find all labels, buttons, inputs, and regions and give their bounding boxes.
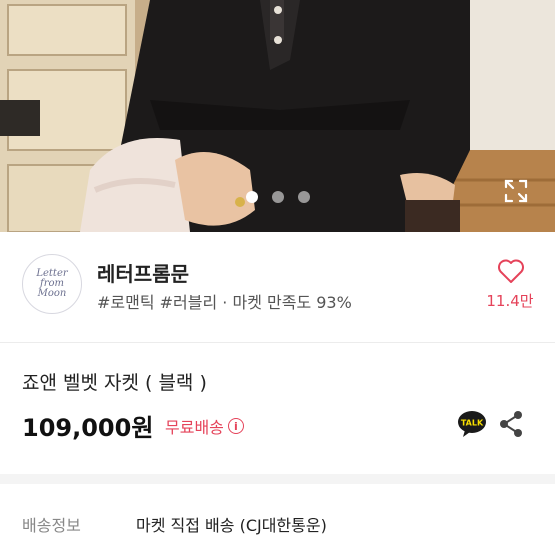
kakao-talk-icon[interactable]: TALK <box>457 410 487 438</box>
free-shipping-label: 무료배송 <box>165 418 224 437</box>
heart-icon[interactable] <box>497 258 525 284</box>
shop-logo[interactable]: Letter from Moon <box>22 254 82 314</box>
divider <box>0 342 555 343</box>
product-price: 109,000원 <box>22 414 154 442</box>
product-image-carousel[interactable] <box>0 0 555 232</box>
carousel-dot-active[interactable] <box>245 191 258 203</box>
logo-text-line: Moon <box>37 288 67 299</box>
share-icon[interactable] <box>499 410 523 438</box>
shop-name[interactable]: 레터프롬문 <box>97 258 189 287</box>
talk-label: TALK <box>461 419 484 428</box>
section-divider <box>0 474 555 484</box>
shop-info-row[interactable]: Letter from Moon 레터프롬문 #로맨틱 #러블리 · 마켓 만족… <box>0 232 555 342</box>
shipping-info-label: 배송정보 <box>22 516 81 535</box>
free-shipping-badge[interactable]: 무료배송 i <box>165 414 244 438</box>
carousel-dot[interactable] <box>297 191 310 203</box>
carousel-indicator <box>0 191 555 203</box>
shipping-info-value: 마켓 직접 배송 (CJ대한통운) <box>136 516 327 535</box>
product-title: 죠앤 벨벳 자켓 ( 블랙 ) <box>22 372 207 394</box>
like-count: 11.4만 <box>486 292 534 310</box>
info-icon[interactable]: i <box>227 418 244 434</box>
carousel-dot[interactable] <box>271 191 284 203</box>
shop-tags: #로맨틱 #러블리 · 마켓 만족도 93% <box>97 293 352 312</box>
expand-icon[interactable] <box>503 178 529 204</box>
